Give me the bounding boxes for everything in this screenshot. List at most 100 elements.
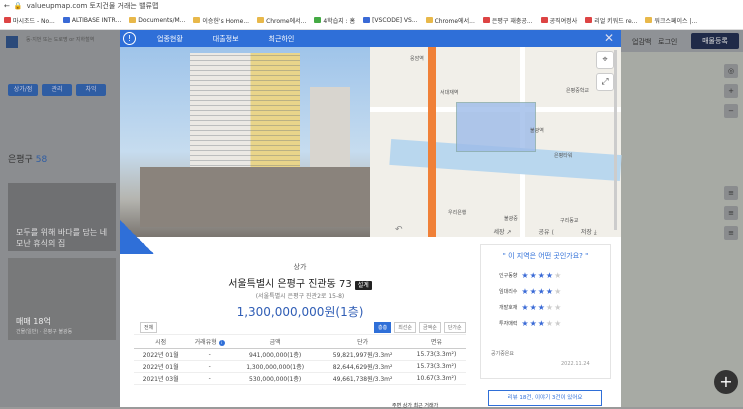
- register-listing-button[interactable]: 매물등록: [691, 33, 739, 49]
- sort-latest[interactable]: 최선순: [394, 322, 417, 333]
- capture-button[interactable]: 세장 ↗: [494, 227, 512, 237]
- transaction-table: 시점 거래유형 i 금액 단가 면유 2022년 01월 -941,000,000(…: [134, 334, 466, 385]
- sort-amount[interactable]: 금액순: [419, 322, 441, 333]
- filter-button[interactable]: 상가/점: [8, 84, 38, 96]
- sale-ribbon: [120, 220, 154, 254]
- lock-icon: 🔒: [13, 2, 23, 10]
- star-icon: ★: [529, 287, 538, 296]
- star-icon: ★: [554, 319, 563, 328]
- review-question: " 이 지역은 어떤 곳인가요? ": [502, 252, 589, 260]
- star-icon: ★: [545, 271, 555, 280]
- location-icon[interactable]: ◎: [724, 64, 738, 78]
- rating-row: 투자매력 ★★★★★: [499, 319, 563, 328]
- logo-icon[interactable]: [6, 36, 18, 48]
- bookmark-item[interactable]: 리얼 키워드 re...: [585, 16, 637, 25]
- bookmark-item[interactable]: [VSCODE] VS...: [363, 17, 418, 24]
- search-input[interactable]: 동·지번 또는 도로명 or 지하철역: [26, 36, 116, 48]
- tab-recent[interactable]: 최근하인: [269, 34, 295, 44]
- street-view-photo[interactable]: [120, 47, 370, 237]
- sort-filters: 층층 최선순 금액순 단가순: [374, 322, 466, 333]
- zoom-in-icon[interactable]: +: [724, 84, 738, 98]
- star-rating: ★★★★★: [521, 271, 562, 280]
- save-button[interactable]: 저장 ⤓: [581, 227, 597, 237]
- add-icon[interactable]: +: [714, 370, 738, 394]
- col-date: 시점: [134, 334, 188, 349]
- mini-map[interactable]: 서대재역 응암역 불광역 은평타워 우리은행 불광중 은평중학교 구리동교 ⌖ …: [370, 47, 622, 237]
- star-icon: ★: [554, 287, 563, 296]
- bookmark-item[interactable]: 이승헌's Home...: [193, 16, 249, 25]
- expand-icon[interactable]: ⤢: [596, 73, 614, 91]
- table-row[interactable]: 2022년 01월 -1,300,000,000(1층) 82,644,629원/3…: [134, 360, 466, 373]
- bookmark-item[interactable]: 4학습지 : 홈: [314, 16, 355, 25]
- review-source: 공기중은요: [491, 351, 515, 357]
- sort-floor[interactable]: 층층: [374, 322, 392, 333]
- browser-chrome: ← 🔒 valueupmap.com 토지건물 거래는 밸류맵 마시조드 - No.…: [0, 0, 743, 30]
- tab-loan[interactable]: 대출정보: [213, 34, 239, 44]
- bookmark-item[interactable]: Chrome에서...: [425, 16, 475, 25]
- map-pin-icon[interactable]: ⌖: [596, 51, 614, 69]
- price: 1,300,000,000원(1층): [236, 305, 364, 319]
- bookmark-item[interactable]: 마시조드 - No...: [4, 16, 55, 25]
- property-modal: ! 업종현황 대출정보 최근하인 ✕ 서대재역 응암역 불광역 은평타워 우리은…: [120, 30, 622, 407]
- listing-card[interactable]: 매매 18억 건물(일반) · 은평구 불광동: [8, 258, 116, 340]
- filter-button[interactable]: 차익: [76, 84, 106, 96]
- review-button[interactable]: 리뷰 18건, 이야기 3건이 있어요: [488, 390, 602, 406]
- star-icon: ★: [537, 303, 546, 312]
- undo-icon[interactable]: ↶: [395, 225, 403, 235]
- star-icon: ★: [537, 319, 546, 328]
- action-bar: 세장 ↗ 공유 ⟨ 저장 ⤓: [480, 227, 610, 237]
- zoom-out-icon[interactable]: −: [724, 104, 738, 118]
- scrollbar[interactable]: [614, 50, 617, 230]
- col-area: 면유: [406, 334, 466, 349]
- col-amount: 금액: [232, 334, 319, 349]
- star-icon: ★: [529, 271, 538, 280]
- star-icon: ★: [554, 303, 563, 312]
- filter-buttons: 상가/점 관리 차익: [8, 84, 106, 96]
- info-icon[interactable]: !: [123, 32, 136, 45]
- area-review-panel: " 이 지역은 어떤 곳인가요? " 인구동향 ★★★★★ 임대리수 ★★★★★ 개…: [480, 244, 611, 379]
- rating-row: 인구동향 ★★★★★: [499, 271, 563, 280]
- star-rating: ★★★★★: [521, 303, 562, 312]
- star-icon: ★: [537, 287, 546, 296]
- close-icon[interactable]: ✕: [604, 31, 614, 45]
- bookmark-item[interactable]: 공직여정사: [540, 16, 577, 25]
- layer-icon[interactable]: ≡: [724, 226, 738, 240]
- review-date: 2022.11.24: [561, 361, 590, 367]
- history-button[interactable]: 전체: [140, 322, 158, 333]
- layer-icon[interactable]: ≡: [724, 186, 738, 200]
- share-button[interactable]: 공유 ⟨: [539, 227, 554, 237]
- filter-button[interactable]: 관리: [42, 84, 72, 96]
- bookmark-item[interactable]: ALTIBASE INTR...: [62, 17, 121, 24]
- bookmark-item[interactable]: Documents/M...: [129, 17, 185, 24]
- bookmark-item[interactable]: 워크스페이스 |...: [645, 16, 697, 25]
- layer-icon[interactable]: ≡: [724, 206, 738, 220]
- modal-header: ! 업종현황 대출정보 최근하인 ✕: [120, 30, 621, 47]
- rating-row: 개발호재 ★★★★★: [499, 303, 563, 312]
- bookmark-item[interactable]: Chrome에서...: [257, 16, 306, 25]
- star-icon: ★: [529, 319, 538, 328]
- address-title: 서울특별시 은평구 진관동 73 설계: [120, 275, 480, 290]
- rating-row: 임대리수 ★★★★★: [499, 287, 563, 296]
- star-rating: ★★★★★: [521, 319, 562, 328]
- region-title: 은평구 58: [8, 155, 48, 165]
- back-icon[interactable]: ←: [4, 2, 10, 10]
- bookmark-bar: 마시조드 - No... ALTIBASE INTR... Documents/…: [0, 12, 743, 28]
- bookmark-item[interactable]: 은평구 재충공...: [482, 16, 533, 25]
- parcel-highlight: [456, 102, 536, 152]
- sort-unit[interactable]: 단가순: [443, 322, 466, 333]
- star-icon: ★: [545, 287, 555, 296]
- listing-card[interactable]: 모두를 위해 바다를 담는 네모난 휴식의 집: [8, 183, 116, 251]
- address-bar[interactable]: valueupmap.com 토지건물 거래는 밸류맵: [27, 1, 159, 11]
- star-rating: ★★★★★: [521, 287, 562, 296]
- star-icon: ★: [537, 271, 546, 280]
- star-icon: ★: [554, 271, 563, 280]
- table-row[interactable]: 2021년 03월 -530,000,000(1층) 49,661,738원/3.3…: [134, 372, 466, 385]
- tab-business[interactable]: 업종현황: [157, 34, 183, 44]
- table-row[interactable]: 2022년 01월 -941,000,000(1층) 59,821,997원/3.3…: [134, 348, 466, 361]
- star-icon: ★: [521, 303, 530, 312]
- star-icon: ★: [521, 271, 530, 280]
- login-link[interactable]: 로그인: [658, 37, 677, 47]
- nav-link[interactable]: 업감백: [632, 37, 651, 47]
- col-type: 거래유형 i: [187, 334, 233, 349]
- col-unit: 단가: [318, 334, 407, 349]
